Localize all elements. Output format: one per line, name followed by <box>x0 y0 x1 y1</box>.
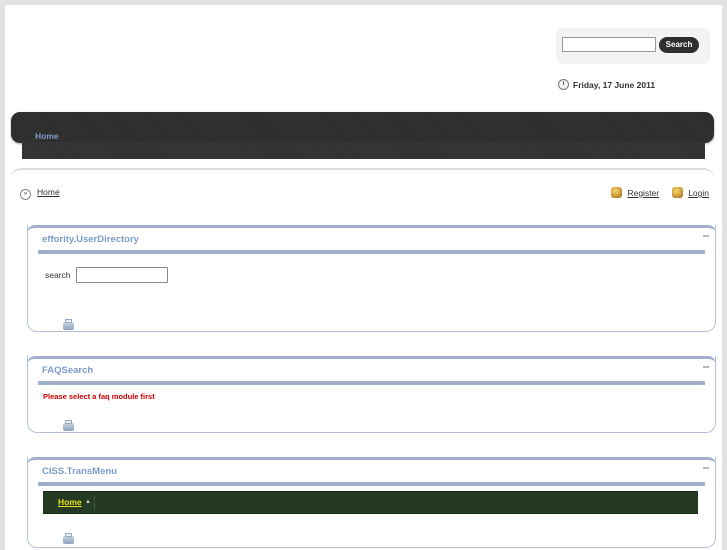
register-item: Register <box>611 187 659 199</box>
register-user-icon <box>611 187 623 198</box>
register-link[interactable]: Register <box>627 188 659 198</box>
search-button[interactable]: Search <box>659 37 699 53</box>
sub-nav-bar <box>22 142 705 159</box>
user-links: Register Login <box>601 186 709 200</box>
module-faq-search: FAQSearch Please select a faq module fir… <box>27 356 716 433</box>
clock-icon <box>558 79 569 90</box>
user-directory-search-input[interactable] <box>76 267 168 283</box>
print-icon[interactable] <box>63 533 74 544</box>
module-rule <box>38 381 705 385</box>
login-link[interactable]: Login <box>688 188 709 198</box>
header-divider <box>11 168 714 180</box>
minimize-icon[interactable] <box>703 366 709 368</box>
date-text: Friday, 17 June 2011 <box>573 80 656 90</box>
module-top-border <box>27 457 716 465</box>
login-user-icon <box>672 187 684 198</box>
trans-menu-item-home[interactable]: Home <box>58 497 82 507</box>
current-date: Friday, 17 June 2011 <box>558 78 655 92</box>
faq-error-message: Please select a faq module first <box>43 392 155 401</box>
main-nav-bar: Home <box>11 112 714 143</box>
module-rule <box>38 482 705 486</box>
module-title: effority.UserDirectory <box>42 234 139 245</box>
minimize-icon[interactable] <box>703 235 709 237</box>
module-user-directory: effority.UserDirectory search <box>27 225 716 332</box>
module-top-border <box>27 356 716 364</box>
trans-menu-bar: Home ▲ <box>43 491 698 514</box>
breadcrumb: » Home <box>20 186 60 200</box>
submenu-arrow-icon: ▲ <box>85 499 91 505</box>
breadcrumb-home-link[interactable]: Home <box>37 187 60 197</box>
login-item: Login <box>672 187 709 199</box>
user-directory-search-label: search <box>45 270 71 280</box>
module-title: FAQSearch <box>42 365 94 376</box>
site-search-input[interactable] <box>562 37 656 52</box>
module-title: CISS.TransMenu <box>42 466 117 477</box>
module-top-border <box>27 225 716 233</box>
search-box: Search <box>556 28 710 64</box>
menu-separator <box>94 495 95 510</box>
nav-item-home[interactable]: Home <box>35 131 59 141</box>
module-rule <box>38 250 705 254</box>
print-icon[interactable] <box>63 420 74 431</box>
breadcrumb-arrow-icon: » <box>20 189 31 200</box>
print-icon[interactable] <box>63 319 74 330</box>
minimize-icon[interactable] <box>703 467 709 469</box>
module-trans-menu: CISS.TransMenu Home ▲ <box>27 457 716 548</box>
page-container: Search Friday, 17 June 2011 Home » Home R… <box>5 5 722 550</box>
